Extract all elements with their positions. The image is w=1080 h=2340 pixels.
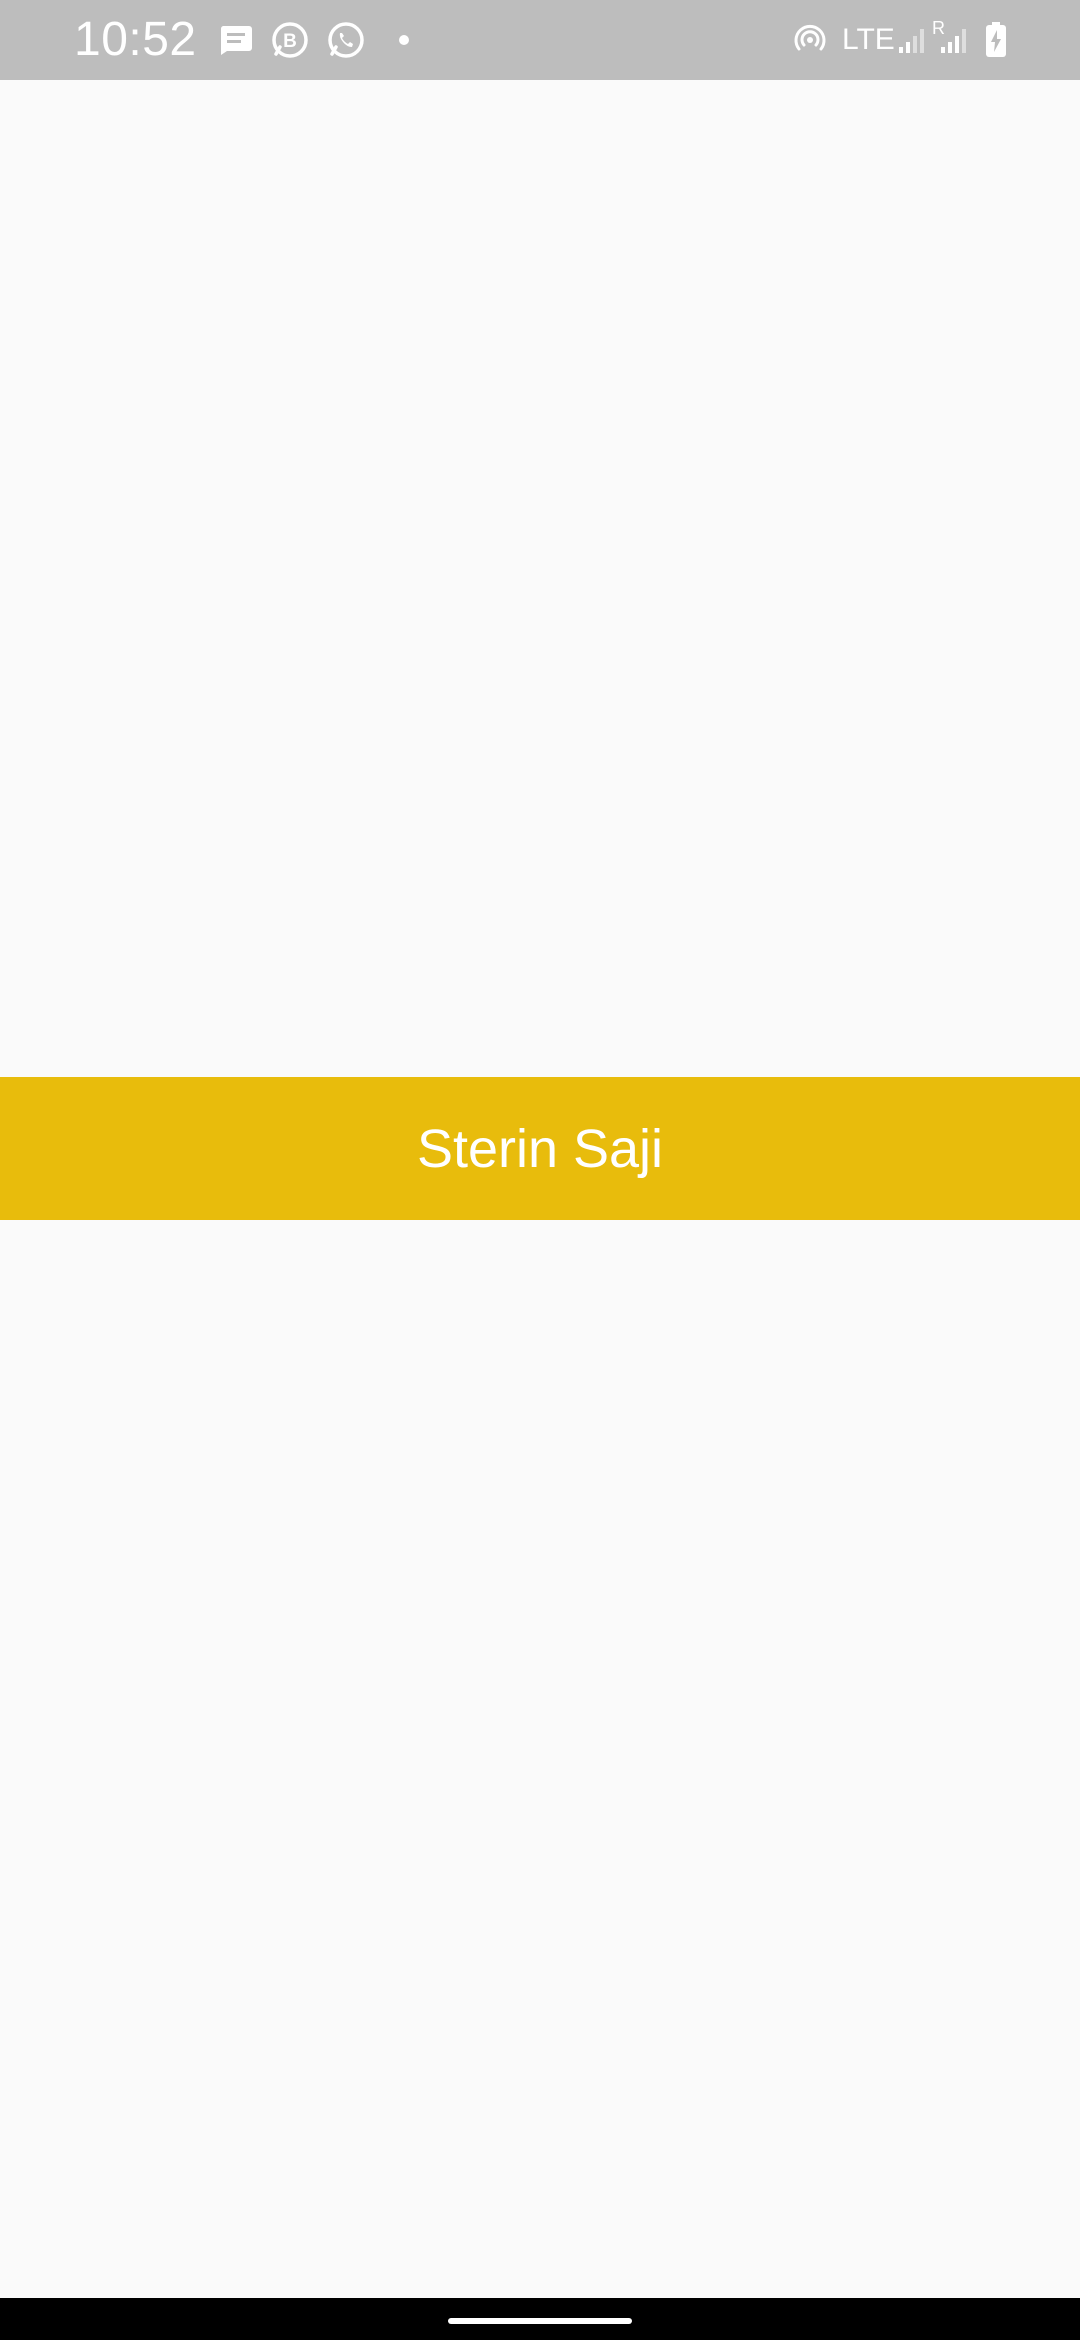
name-banner: Sterin Saji bbox=[0, 1077, 1080, 1220]
whatsapp-business-icon: B bbox=[270, 20, 310, 60]
navigation-bar bbox=[0, 2298, 1080, 2340]
app-screen: 10:52 B LTE R Sterin Saji bbox=[0, 0, 1080, 2340]
roaming-signal-icon bbox=[934, 20, 974, 60]
home-indicator[interactable] bbox=[448, 2318, 632, 2324]
svg-text:B: B bbox=[283, 31, 297, 52]
status-time: 10:52 bbox=[74, 13, 197, 66]
name-label: Sterin Saji bbox=[416, 1118, 664, 1179]
network-type-label: LTE bbox=[842, 23, 895, 56]
messages-icon bbox=[216, 20, 256, 60]
signal-icon bbox=[892, 20, 932, 60]
battery-charging-icon bbox=[976, 20, 1016, 60]
status-bar: 10:52 B LTE R bbox=[0, 0, 1080, 80]
hotspot-icon bbox=[790, 20, 830, 60]
whatsapp-icon bbox=[326, 20, 366, 60]
notification-dot-icon bbox=[384, 20, 424, 60]
